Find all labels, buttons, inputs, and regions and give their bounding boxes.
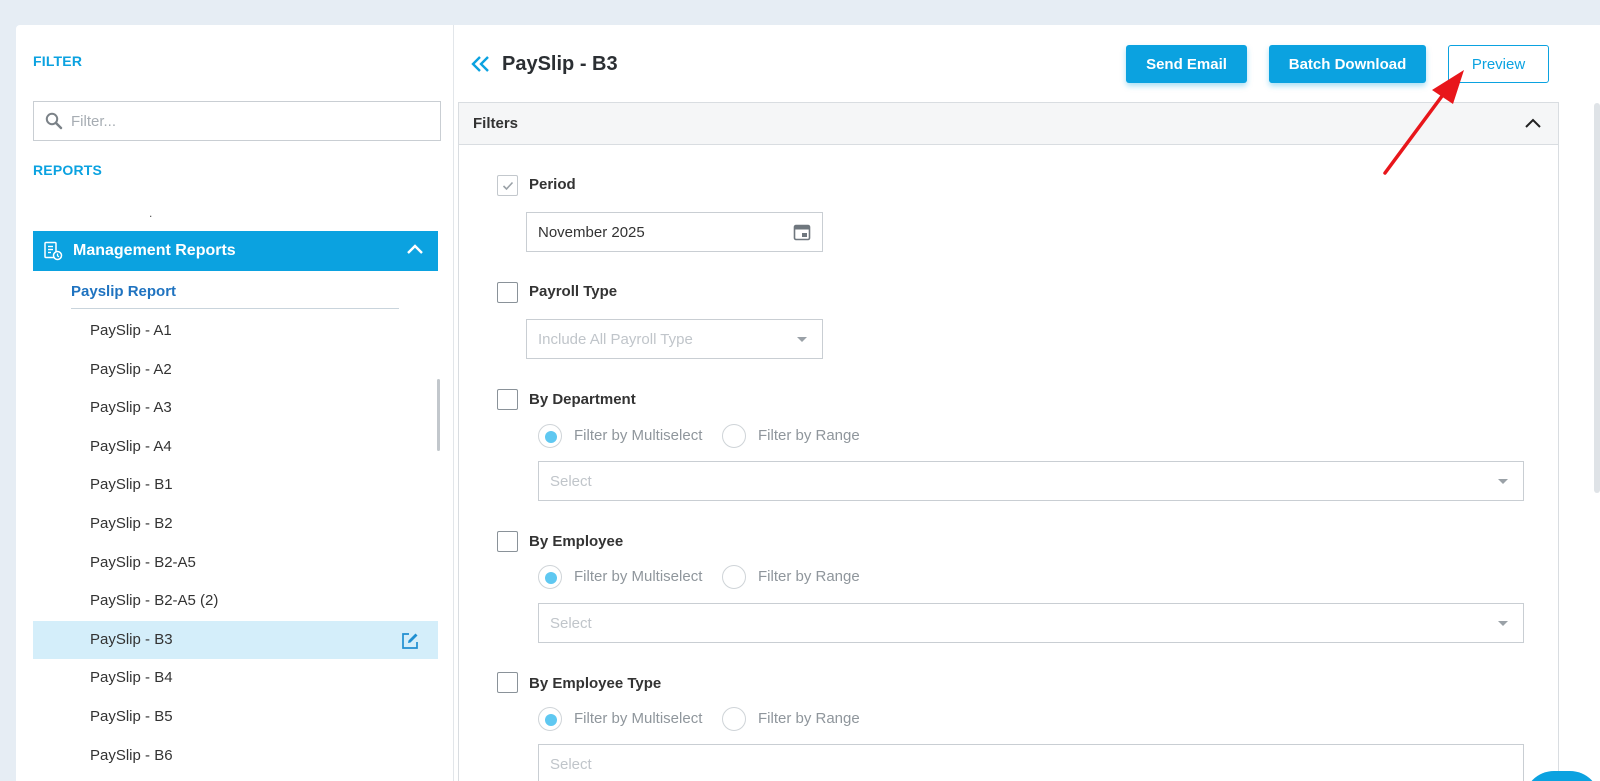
report-item-label: PaySlip - A4 <box>90 437 172 455</box>
employee-type-multiselect-radio[interactable] <box>538 707 562 731</box>
report-item-label: PaySlip - B4 <box>90 669 173 687</box>
edit-icon[interactable] <box>400 631 420 651</box>
employee-select[interactable]: Select <box>538 603 1524 643</box>
management-reports-group[interactable]: Management Reports <box>33 231 438 271</box>
report-item-label: PaySlip - B3 <box>90 630 173 648</box>
report-item-a2[interactable]: PaySlip - A2 <box>33 351 438 390</box>
report-item-b2-a5-2[interactable]: PaySlip - B2-A5 (2) <box>33 582 438 621</box>
report-item-a4[interactable]: PaySlip - A4 <box>33 428 438 467</box>
period-value: November 2025 <box>538 223 645 241</box>
main-scrollbar[interactable] <box>1594 103 1600 493</box>
report-item-label: PaySlip - B6 <box>90 746 173 764</box>
department-select[interactable]: Select <box>538 461 1524 501</box>
payroll-type-select[interactable]: Include All Payroll Type <box>526 319 823 359</box>
report-item-label: PaySlip - B2-A5 <box>90 553 196 571</box>
by-employee-type-checkbox[interactable] <box>497 672 518 693</box>
by-department-label: By Department <box>529 391 636 408</box>
report-item-a1[interactable]: PaySlip - A1 <box>33 312 438 351</box>
report-item-label: PaySlip - A3 <box>90 399 172 417</box>
send-email-button[interactable]: Send Email <box>1126 45 1247 83</box>
employee-range-radio[interactable] <box>722 565 746 589</box>
report-item-label: PaySlip - B2-A5 (2) <box>90 592 219 610</box>
double-chevron-left-icon[interactable] <box>471 55 491 73</box>
payroll-type-checkbox[interactable] <box>497 282 518 303</box>
report-item-b2-a5[interactable]: PaySlip - B2-A5 <box>33 544 438 583</box>
report-document-icon <box>44 241 63 261</box>
sidebar: FILTER REPORTS . Management Reports <box>16 25 454 781</box>
filters-panel: Filters Period November 2025 Payroll Typ… <box>458 102 1559 781</box>
report-item-label: PaySlip - B5 <box>90 707 173 725</box>
by-department-checkbox[interactable] <box>497 389 518 410</box>
group-title: Management Reports <box>73 242 236 259</box>
employee-type-range-radio[interactable] <box>722 707 746 731</box>
report-item-b2[interactable]: PaySlip - B2 <box>33 505 438 544</box>
report-item-b1[interactable]: PaySlip - B1 <box>33 466 438 505</box>
report-item-b4[interactable]: PaySlip - B4 <box>33 659 438 698</box>
by-employee-label: By Employee <box>529 533 624 550</box>
annotation-arrow <box>1383 70 1464 175</box>
dropdown-arrow-icon <box>1498 621 1508 626</box>
employee-type-select[interactable]: Select <box>538 744 1524 781</box>
employee-placeholder: Select <box>550 614 592 632</box>
period-label: Period <box>529 176 576 193</box>
department-range-radio[interactable] <box>722 424 746 448</box>
by-employee-checkbox[interactable] <box>497 531 518 552</box>
employee-type-multiselect-label: Filter by Multiselect <box>574 710 703 727</box>
report-list: PaySlip - A1 PaySlip - A2 PaySlip - A3 P… <box>33 312 438 775</box>
department-multiselect-label: Filter by Multiselect <box>574 427 703 444</box>
report-item-label: PaySlip - B1 <box>90 476 173 494</box>
period-checkbox[interactable] <box>497 175 518 196</box>
chevron-up-icon[interactable] <box>406 243 424 255</box>
employee-multiselect-label: Filter by Multiselect <box>574 568 703 585</box>
report-item-b3[interactable]: PaySlip - B3 <box>33 620 438 660</box>
chevron-up-icon[interactable] <box>1524 117 1542 129</box>
sidebar-filter-box[interactable] <box>33 101 441 141</box>
sidebar-filter-input[interactable] <box>71 112 411 130</box>
department-range-label: Filter by Range <box>758 427 860 444</box>
employee-type-placeholder: Select <box>550 755 592 773</box>
employee-multiselect-radio[interactable] <box>538 565 562 589</box>
payroll-type-placeholder: Include All Payroll Type <box>538 330 693 348</box>
employee-range-label: Filter by Range <box>758 568 860 585</box>
department-placeholder: Select <box>550 472 592 490</box>
period-date-field[interactable]: November 2025 <box>526 212 823 252</box>
checkmark-icon <box>502 181 513 190</box>
employee-type-range-label: Filter by Range <box>758 710 860 727</box>
department-multiselect-radio[interactable] <box>538 424 562 448</box>
by-employee-type-label: By Employee Type <box>529 675 662 692</box>
calendar-icon[interactable] <box>793 223 811 241</box>
report-item-label: PaySlip - A1 <box>90 322 172 339</box>
payroll-type-label: Payroll Type <box>529 283 618 300</box>
payslip-report-subheader[interactable]: Payslip Report <box>71 283 399 309</box>
report-item-b6[interactable]: PaySlip - B6 <box>33 737 438 776</box>
app-card: FILTER REPORTS . Management Reports <box>16 25 1600 781</box>
reports-section-label: REPORTS <box>33 162 103 178</box>
dropdown-arrow-icon <box>797 337 807 342</box>
report-item-b5[interactable]: PaySlip - B5 <box>33 698 438 737</box>
filters-title: Filters <box>473 115 519 132</box>
page-title: PaySlip - B3 <box>502 53 618 75</box>
sidebar-scrollbar[interactable] <box>437 379 440 451</box>
stray-dot: . <box>149 206 153 220</box>
dropdown-arrow-icon <box>1498 479 1508 484</box>
filter-section-label: FILTER <box>33 53 83 69</box>
search-icon <box>45 112 63 130</box>
report-item-a3[interactable]: PaySlip - A3 <box>33 389 438 428</box>
report-item-label: PaySlip - A2 <box>90 360 172 378</box>
report-item-label: PaySlip - B2 <box>90 514 173 532</box>
